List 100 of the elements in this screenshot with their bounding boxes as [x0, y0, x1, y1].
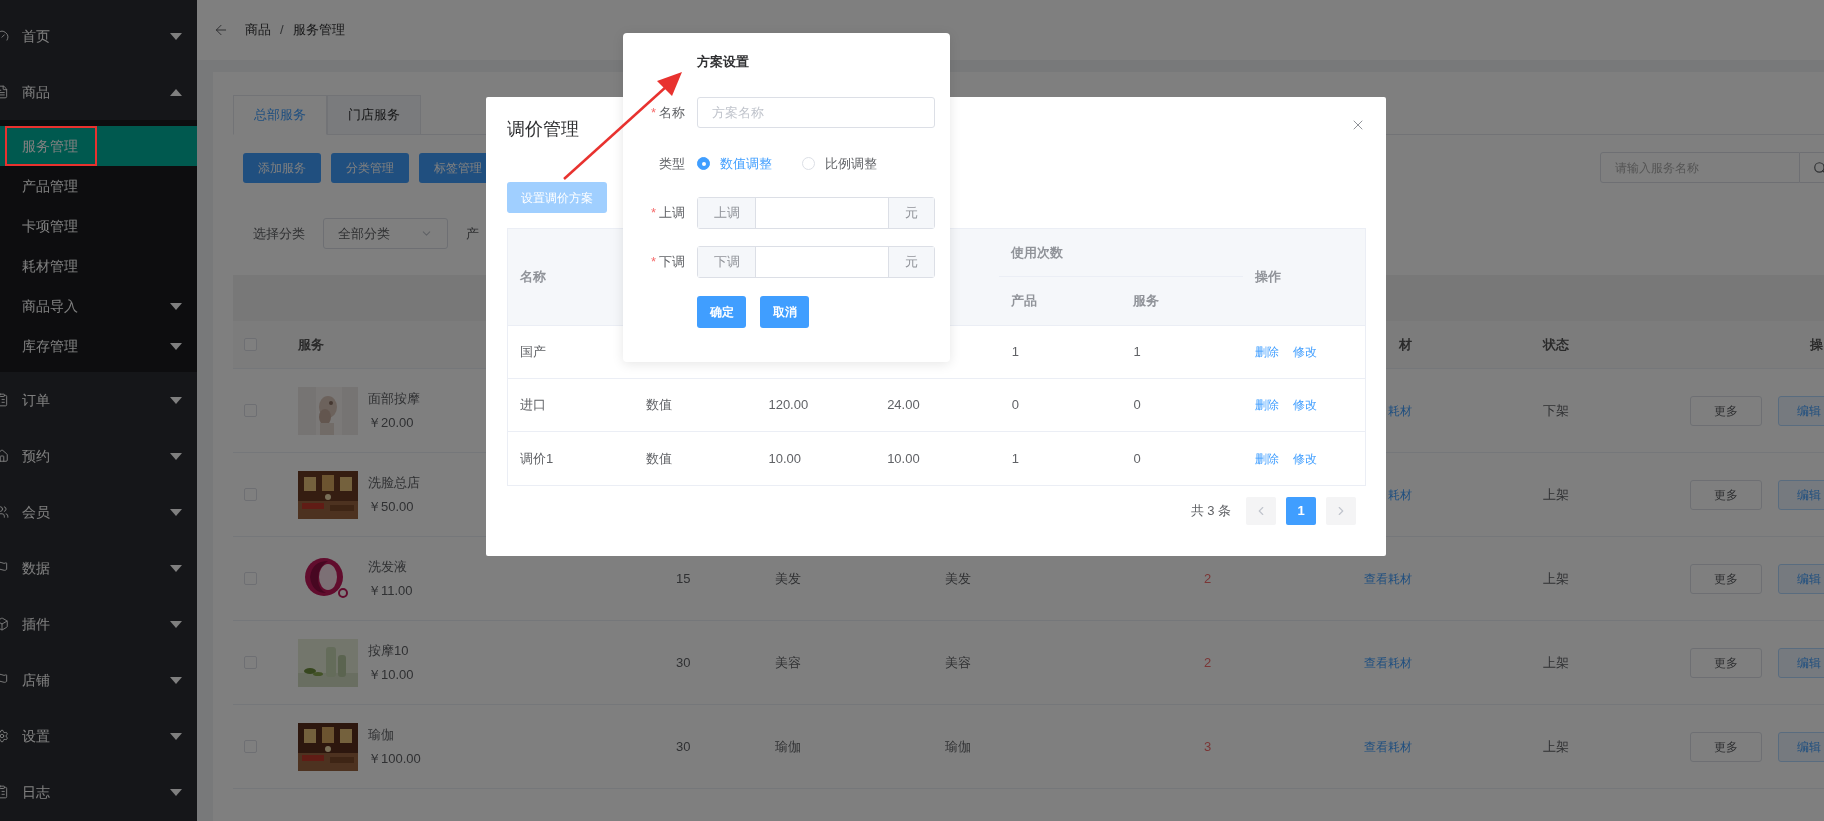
delete-link[interactable]: 删除: [1255, 396, 1280, 414]
table-cell: 1: [1011, 450, 1020, 466]
submenu-item[interactable]: 库存管理: [0, 326, 197, 366]
toolbar-button[interactable]: 分类管理: [331, 152, 409, 183]
column-header: 材: [1399, 336, 1412, 352]
service-name: 按摩10: [368, 642, 410, 660]
service-name: 洗脸总店: [368, 474, 420, 492]
page-button[interactable]: 1: [1286, 497, 1316, 525]
column-header: 产品: [1011, 293, 1038, 309]
materials-link[interactable]: 查看耗材: [1364, 571, 1412, 586]
delete-link[interactable]: 删除: [1255, 343, 1280, 361]
cancel-button[interactable]: 取消: [760, 296, 809, 328]
table-cell: 10.00: [887, 450, 920, 466]
table-cell: 瑜伽: [775, 738, 801, 754]
table-cell: 120.00: [768, 397, 809, 413]
set-plan-button[interactable]: 设置调价方案: [507, 182, 607, 213]
name-field[interactable]: 方案名称: [697, 97, 935, 128]
more-button[interactable]: 更多: [1690, 647, 1762, 678]
dialog-title: 调价管理: [507, 118, 579, 141]
column-header: 状态: [1543, 336, 1569, 352]
field-label: 名称: [659, 104, 685, 120]
back-icon[interactable]: [213, 22, 229, 38]
table-cell: 美容: [945, 654, 971, 670]
submenu-item[interactable]: 耗材管理: [0, 246, 197, 286]
edit-button[interactable]: 编辑: [1778, 647, 1824, 678]
table-cell: 美发: [775, 570, 801, 586]
column-header: 操作: [1255, 268, 1282, 287]
table-cell: 数值: [645, 397, 672, 413]
breadcrumb-item[interactable]: 服务管理: [292, 20, 345, 40]
table-cell: 10.00: [768, 450, 801, 466]
status-text: 下架: [1543, 402, 1569, 418]
sidebar-item[interactable]: 首页: [0, 8, 197, 64]
field-label: 上调: [659, 204, 685, 220]
sidebar-item[interactable]: 会员: [0, 484, 197, 540]
sidebar-item[interactable]: 商品: [0, 64, 197, 120]
sidebar-item[interactable]: 店铺: [0, 652, 197, 708]
column-header: 服务: [298, 336, 324, 352]
more-button[interactable]: 更多: [1690, 479, 1762, 510]
service-name: 面部按摩: [368, 390, 420, 408]
category-select[interactable]: 全部分类: [323, 218, 448, 249]
delete-link[interactable]: 删除: [1255, 449, 1280, 468]
edit-link[interactable]: 修改: [1293, 396, 1318, 414]
sidebar-item[interactable]: 插件: [0, 596, 197, 652]
column-header: 使用次数: [1011, 243, 1064, 262]
confirm-button[interactable]: 确定: [697, 296, 746, 328]
service-price: ￥10.00: [368, 665, 414, 684]
table-cell: 瑜伽: [945, 738, 971, 754]
field-label: 下调: [659, 253, 685, 269]
toolbar-button[interactable]: 添加服务: [243, 152, 321, 183]
sidebar-item[interactable]: 设置: [0, 708, 197, 764]
service-price: ￥11.00: [368, 581, 413, 600]
amount-field[interactable]: 下调 元: [697, 245, 935, 278]
radio-option[interactable]: 数值调整: [697, 153, 772, 174]
breadcrumb-separator: /: [280, 21, 284, 40]
table-cell: 15: [676, 570, 691, 586]
table-cell: 0: [1133, 397, 1141, 413]
more-button[interactable]: 更多: [1690, 563, 1762, 594]
table-cell: 美发: [945, 570, 971, 586]
submenu-item[interactable]: 卡项管理: [0, 206, 197, 246]
materials-link[interactable]: 查看耗材: [1364, 739, 1412, 754]
edit-button[interactable]: 编辑: [1778, 395, 1824, 426]
breadcrumb-item[interactable]: 商品: [245, 20, 271, 40]
edit-button[interactable]: 编辑: [1778, 731, 1824, 762]
field-label: 类型: [659, 155, 685, 171]
radio-option[interactable]: 比例调整: [802, 153, 877, 174]
materials-link[interactable]: 耗材: [1388, 487, 1412, 502]
service-price: ￥100.00: [368, 749, 421, 768]
table-cell: 数值: [645, 450, 672, 466]
tab[interactable]: 门店服务: [327, 95, 421, 135]
more-button[interactable]: 更多: [1690, 731, 1762, 762]
edit-button[interactable]: 编辑: [1778, 479, 1824, 510]
status-text: 上架: [1543, 654, 1569, 670]
edit-link[interactable]: 修改: [1293, 449, 1318, 468]
tab[interactable]: 总部服务: [233, 95, 327, 135]
sidebar-item[interactable]: 数据: [0, 540, 197, 596]
submenu-item[interactable]: 产品管理: [0, 166, 197, 206]
edit-link[interactable]: 修改: [1293, 343, 1318, 361]
filter-label: 产: [466, 224, 479, 243]
sidebar-item[interactable]: 订单: [0, 372, 197, 428]
service-price: ￥20.00: [368, 413, 415, 432]
more-button[interactable]: 更多: [1690, 395, 1762, 426]
submenu-item[interactable]: 商品导入: [0, 286, 197, 326]
previous-page-button[interactable]: [1246, 497, 1276, 525]
search-icon: [1812, 160, 1824, 175]
filter-label: 选择分类: [253, 224, 305, 243]
service-price: ￥50.00: [368, 497, 415, 516]
service-name: 瑜伽: [368, 726, 395, 744]
edit-button[interactable]: 编辑: [1778, 563, 1824, 594]
status-text: 上架: [1543, 486, 1569, 502]
amount-field[interactable]: 上调 元: [697, 196, 935, 229]
required-mark: *: [650, 253, 656, 269]
next-page-button[interactable]: [1326, 497, 1356, 525]
table-cell: 调价1: [520, 450, 554, 466]
required-mark: *: [650, 204, 656, 220]
sidebar-item[interactable]: 预约: [0, 428, 197, 484]
submenu-item[interactable]: 服务管理: [0, 126, 197, 166]
table-cell: 美容: [775, 654, 801, 670]
materials-link[interactable]: 查看耗材: [1364, 655, 1412, 670]
sidebar-item[interactable]: 日志: [0, 764, 197, 820]
materials-link[interactable]: 耗材: [1388, 403, 1412, 418]
